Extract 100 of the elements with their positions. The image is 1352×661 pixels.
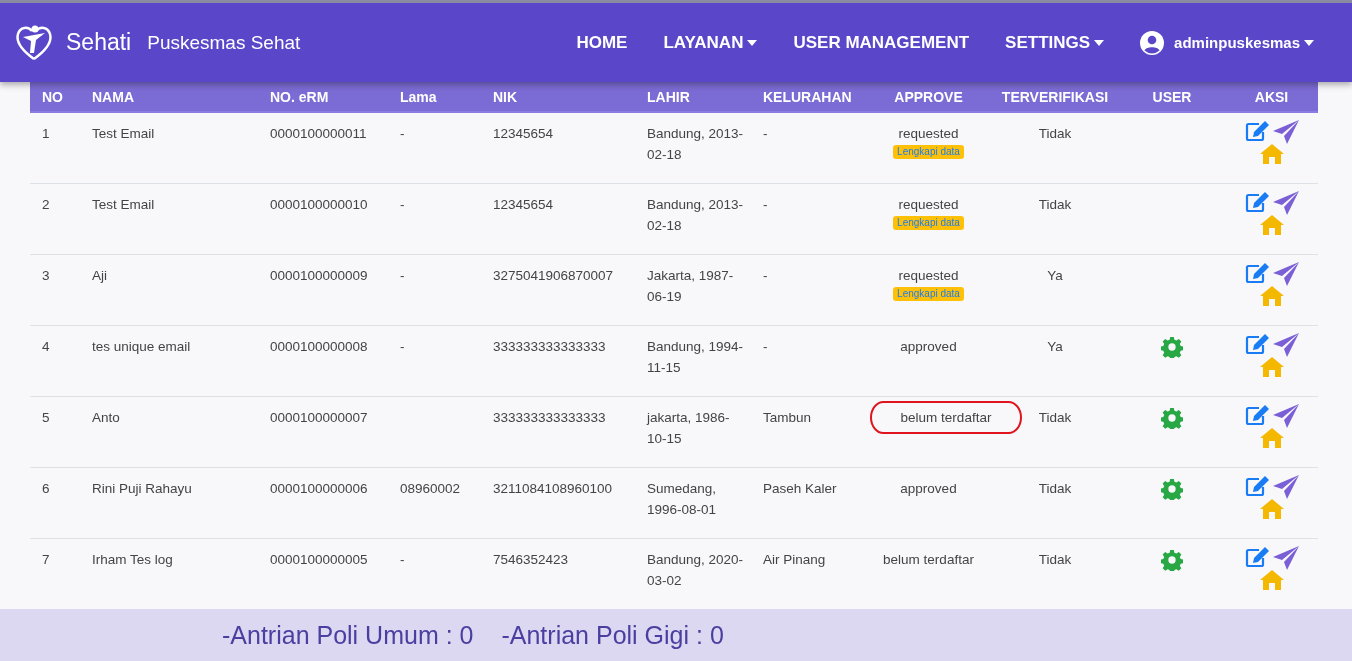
name-cell: Test Email [92, 197, 155, 212]
verified-cell: Tidak [1038, 410, 1072, 425]
user-menu[interactable]: adminpuskesmas [1174, 34, 1314, 51]
birth-cell: Bandung, 1994-11-15 [647, 339, 744, 375]
column-header: NO. eRM [258, 82, 388, 112]
verified-cell: Tidak [1038, 126, 1072, 141]
column-header: USER [1119, 82, 1225, 112]
approve-status: approved [900, 338, 957, 356]
column-header: NIK [481, 82, 635, 112]
old-number-cell: - [400, 197, 405, 212]
birth-cell: jakarta, 1986-10-15 [647, 410, 730, 446]
erm-cell: 0000100000006 [270, 481, 368, 496]
site-title: Puskesmas Sehat [147, 31, 301, 54]
edit-icon[interactable] [1244, 475, 1271, 497]
column-header: APPROVE [866, 82, 991, 112]
edit-icon[interactable] [1244, 404, 1271, 426]
send-icon[interactable] [1272, 546, 1299, 570]
kelurahan-cell: Air Pinang [763, 552, 826, 567]
edit-icon[interactable] [1244, 191, 1271, 213]
name-cell: Rini Puji Rahayu [92, 481, 192, 496]
birth-cell: Bandung, 2013-02-18 [647, 126, 744, 162]
old-number-cell: 08960002 [400, 481, 461, 496]
complete-data-badge: Lengkapi data [893, 287, 964, 301]
settings-icon[interactable] [1161, 336, 1183, 358]
approve-status: requested [898, 125, 959, 143]
send-icon[interactable] [1272, 120, 1299, 144]
erm-cell: 0000100000007 [270, 410, 368, 425]
brand-name: Sehati [66, 29, 132, 56]
birth-cell: Bandung, 2020-03-02 [647, 552, 744, 588]
nik-cell: 3275041906870007 [493, 268, 614, 283]
verified-cell: Ya [1047, 339, 1063, 354]
settings-icon[interactable] [1161, 478, 1183, 500]
nav-link[interactable]: SETTINGS [1005, 32, 1105, 53]
nav-link[interactable]: USER MANAGEMENT [793, 32, 970, 53]
name-cell: tes unique email [92, 339, 191, 354]
complete-data-badge: Lengkapi data [893, 216, 964, 230]
name-cell: Aji [92, 268, 107, 283]
erm-cell: 0000100000005 [270, 552, 368, 567]
row-number: 4 [42, 339, 50, 354]
kelurahan-cell: - [763, 126, 768, 141]
user-avatar-icon[interactable] [1140, 30, 1165, 55]
caret-icon[interactable] [1304, 39, 1314, 46]
verified-cell: Tidak [1038, 481, 1072, 496]
queue-count: -Antrian Poli Umum : 0 [222, 620, 474, 650]
approve-status: approved [900, 480, 957, 498]
name-cell: Anto [92, 410, 120, 425]
settings-icon[interactable] [1161, 407, 1183, 429]
row-number: 1 [42, 126, 50, 141]
approve-status: requested [898, 267, 959, 285]
column-header: Lama [388, 82, 481, 112]
kelurahan-cell: - [763, 268, 768, 283]
row-number: 3 [42, 268, 50, 283]
row-number: 2 [42, 197, 50, 212]
verified-cell: Tidak [1038, 197, 1072, 212]
column-header: NO [30, 82, 80, 112]
settings-icon[interactable] [1161, 549, 1183, 571]
kelurahan-cell: Paseh Kaler [763, 481, 837, 496]
old-number-cell: - [400, 339, 405, 354]
kelurahan-cell: - [763, 339, 768, 354]
kelurahan-cell: Tambun [763, 410, 812, 425]
nav-link[interactable]: LAYANAN [663, 32, 758, 53]
birth-cell: Jakarta, 1987-06-19 [647, 268, 734, 304]
kelurahan-cell: - [763, 197, 768, 212]
nik-cell: 7546352423 [493, 552, 569, 567]
send-icon[interactable] [1272, 191, 1299, 215]
edit-icon[interactable] [1244, 120, 1271, 142]
column-header: TERVERIFIKASI [991, 82, 1119, 112]
caret-icon[interactable] [747, 39, 758, 46]
caret-icon[interactable] [1094, 39, 1105, 46]
old-number-cell: - [400, 268, 405, 283]
queue-count: -Antrian Poli Gigi : 0 [501, 620, 724, 650]
send-icon[interactable] [1272, 262, 1299, 286]
erm-cell: 0000100000009 [270, 268, 368, 283]
row-number: 6 [42, 481, 50, 496]
column-header: NAMA [80, 82, 258, 112]
approve-status: requested [898, 196, 959, 214]
approve-status: belum terdaftar [883, 551, 974, 569]
nik-cell: 12345654 [493, 197, 554, 212]
nik-cell: 3211084108960100 [493, 481, 613, 496]
nik-cell: 333333333333333 [493, 410, 606, 425]
nik-cell: 333333333333333 [493, 339, 606, 354]
nik-cell: 12345654 [493, 126, 554, 141]
edit-icon[interactable] [1244, 546, 1271, 568]
erm-cell: 0000100000008 [270, 339, 368, 354]
send-icon[interactable] [1272, 475, 1299, 499]
edit-icon[interactable] [1244, 333, 1271, 355]
send-icon[interactable] [1272, 333, 1299, 357]
column-header: AKSI [1225, 82, 1318, 112]
approve-status: belum terdaftar [900, 409, 992, 427]
row-number: 5 [42, 410, 50, 425]
verified-cell: Tidak [1038, 552, 1072, 567]
send-icon[interactable] [1272, 404, 1299, 428]
old-number-cell: - [400, 552, 405, 567]
name-cell: Test Email [92, 126, 155, 141]
edit-icon[interactable] [1244, 262, 1271, 284]
complete-data-badge: Lengkapi data [893, 145, 964, 159]
nav-link[interactable]: HOME [576, 32, 628, 53]
old-number-cell: - [400, 126, 405, 141]
row-number: 7 [42, 552, 50, 567]
birth-cell: Sumedang, 1996-08-01 [647, 481, 717, 517]
